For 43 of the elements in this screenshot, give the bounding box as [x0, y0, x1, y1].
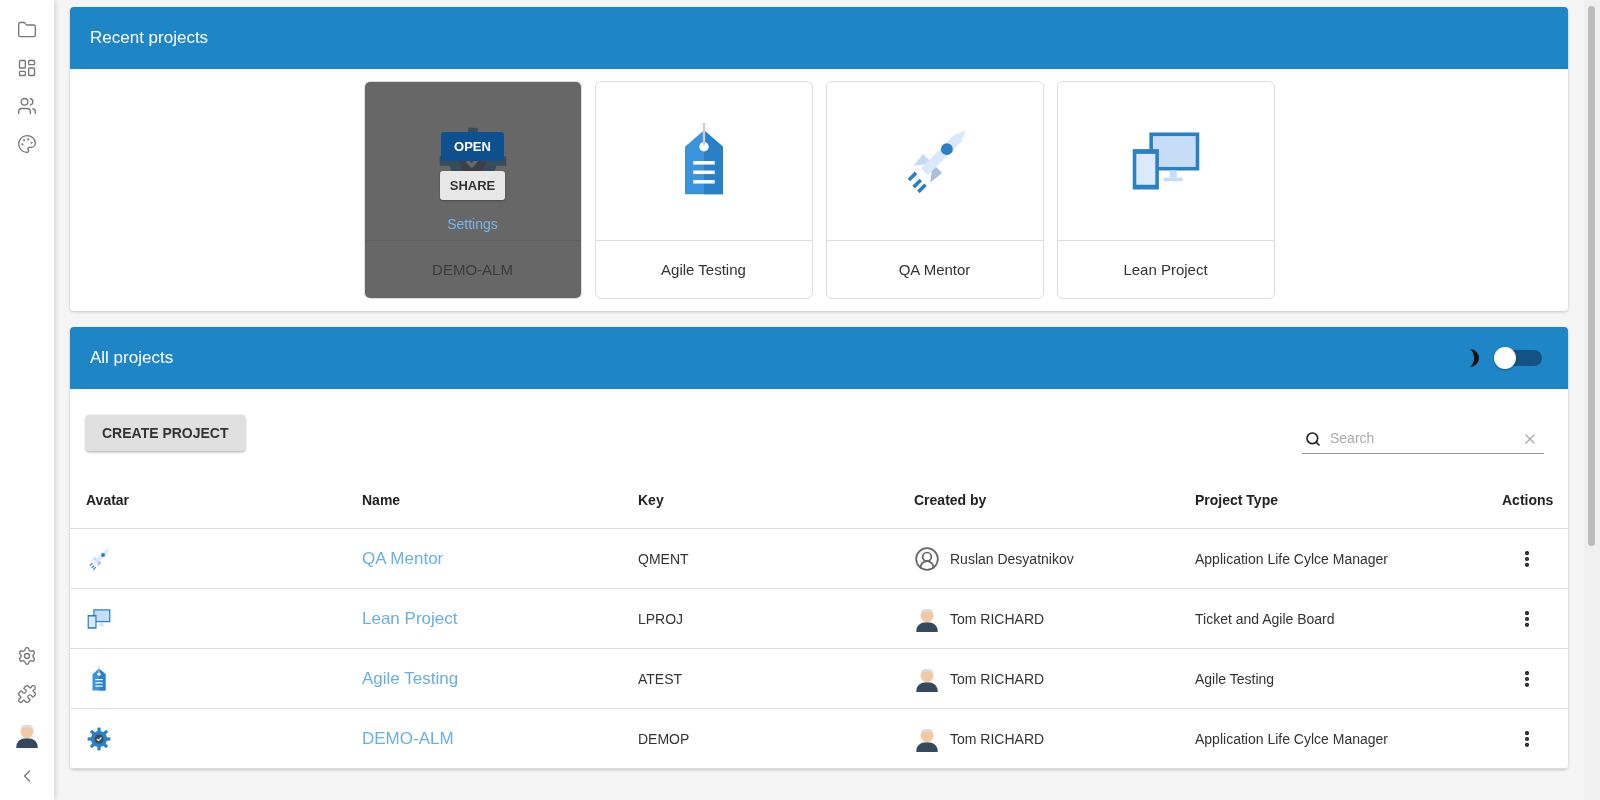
- table-cell-text: Ticket and Agile Board: [1195, 610, 1336, 627]
- open-button[interactable]: OPEN: [441, 132, 504, 161]
- table-cell-text: Application Life Cylce Manager: [1195, 730, 1389, 747]
- share-button[interactable]: SHARE: [439, 171, 506, 200]
- dashboard-icon[interactable]: [17, 58, 37, 78]
- create-project-button[interactable]: CREATE PROJECT: [86, 414, 245, 451]
- panel-title: All projects: [90, 348, 174, 368]
- puzzle-icon[interactable]: [17, 684, 37, 704]
- table-cell-text: QMENT: [638, 550, 690, 567]
- settings-icon[interactable]: [17, 646, 37, 666]
- table-cell-text: Application Life Cylce Manager: [1195, 550, 1389, 567]
- table-cell: Tom RICHARD: [950, 670, 1045, 687]
- project-name: Lean Project: [1122, 260, 1209, 280]
- palette-icon[interactable]: [17, 134, 37, 154]
- table-cell-text: Agile Testing: [1195, 670, 1276, 687]
- table-cell: Tom RICHARD: [950, 610, 1045, 627]
- column-header: Project Type: [1195, 492, 1279, 508]
- search-icon: [1305, 431, 1321, 447]
- user-icon: [914, 545, 940, 572]
- project-card[interactable]: Lean Project: [1056, 81, 1275, 299]
- column-header: Created by: [914, 492, 988, 508]
- moon-icon: [1468, 349, 1482, 367]
- table-cell-text: LPROJ: [638, 610, 685, 627]
- user-avatar-icon: [14, 722, 40, 748]
- project-card[interactable]: QA Mentor: [825, 81, 1044, 299]
- people-icon[interactable]: [17, 96, 37, 116]
- project-name: QA Mentor: [897, 260, 972, 280]
- column-header: Name: [362, 492, 402, 508]
- table-cell: Tom RICHARD: [950, 730, 1045, 747]
- table-cell-text: ATEST: [638, 670, 684, 687]
- gear-icon: [86, 725, 112, 752]
- search-field[interactable]: Search: [1302, 425, 1544, 454]
- table-cell: Ruslan Desyatnikov: [950, 550, 1074, 567]
- panel-title: Recent projects: [90, 28, 209, 48]
- dark-mode-switch[interactable]: [1496, 350, 1542, 366]
- project-name: Agile Testing: [660, 260, 747, 280]
- column-header: Actions: [1502, 492, 1552, 508]
- table-cell-text: DEMOP: [638, 730, 691, 747]
- column-header: Key: [638, 492, 665, 508]
- project-card[interactable]: Agile Testing: [594, 81, 813, 299]
- scrollbar[interactable]: [1588, 6, 1595, 546]
- folder-icon[interactable]: [17, 20, 37, 40]
- column-header: Avatar: [86, 492, 131, 508]
